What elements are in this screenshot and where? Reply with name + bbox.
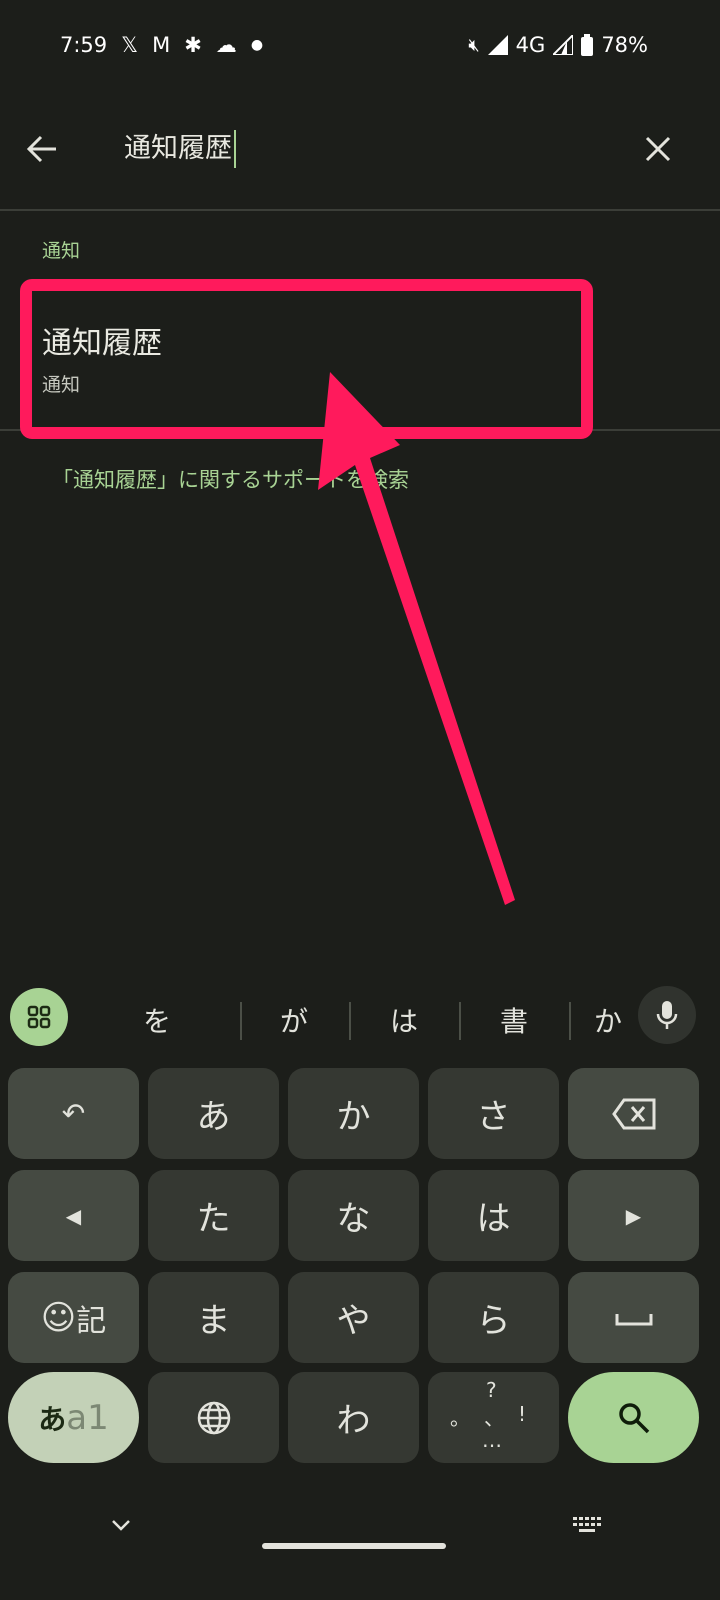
punct-comma: 、: [484, 1406, 504, 1430]
backspace-key[interactable]: [568, 1068, 699, 1159]
separator: [349, 1002, 351, 1040]
undo-icon: ↶: [61, 1097, 86, 1130]
punct-exclaim: !: [518, 1402, 527, 1426]
key-ma[interactable]: ま: [148, 1272, 279, 1363]
search-icon: [618, 1402, 649, 1433]
mode-label-alnum: a1: [66, 1397, 109, 1438]
undo-key[interactable]: ↶: [8, 1068, 139, 1159]
hide-keyboard-icon[interactable]: [110, 1518, 132, 1532]
cursor-right-key[interactable]: ▶: [568, 1170, 699, 1261]
search-key[interactable]: [568, 1372, 699, 1463]
apps-grid-button[interactable]: [10, 988, 68, 1046]
suggestion[interactable]: を: [143, 1000, 171, 1040]
annotation-overlay: [20, 279, 593, 905]
key-wa[interactable]: わ: [288, 1372, 419, 1463]
suggestion[interactable]: が: [280, 1000, 308, 1040]
space-key[interactable]: [568, 1272, 699, 1363]
space-icon: [615, 1313, 652, 1325]
punctuation-key[interactable]: ? 。 、 ! …: [428, 1372, 559, 1463]
keyboard-switch-icon[interactable]: [573, 1517, 601, 1535]
emoji-key-label: 記: [76, 1303, 107, 1339]
separator: [240, 1002, 242, 1040]
voice-input-button[interactable]: [638, 986, 696, 1044]
key-ra[interactable]: ら: [428, 1272, 559, 1363]
key-na[interactable]: な: [288, 1170, 419, 1261]
annotation-arrow: [318, 372, 515, 905]
left-triangle-icon: ◀: [65, 1203, 82, 1228]
separator: [569, 1002, 571, 1040]
key-ha[interactable]: は: [428, 1170, 559, 1261]
punct-question: ?: [486, 1378, 497, 1402]
mode-label-kana: あ: [38, 1402, 67, 1436]
globe-icon: [197, 1401, 230, 1434]
punct-ellipsis: …: [482, 1428, 502, 1452]
home-gesture-bar[interactable]: [262, 1543, 446, 1549]
key-a[interactable]: あ: [148, 1068, 279, 1159]
suggestion[interactable]: 書: [500, 1000, 528, 1040]
key-ka[interactable]: か: [288, 1068, 419, 1159]
suggestion[interactable]: は: [390, 1000, 418, 1040]
highlight-box: [20, 279, 593, 439]
separator: [459, 1002, 461, 1040]
key-sa[interactable]: さ: [428, 1068, 559, 1159]
grid-icon: [27, 1005, 51, 1029]
key-ya[interactable]: や: [288, 1272, 419, 1363]
emoji-symbol-key[interactable]: ☺ 記: [8, 1272, 139, 1363]
key-ta[interactable]: た: [148, 1170, 279, 1261]
language-key[interactable]: [148, 1372, 279, 1463]
microphone-icon: [656, 1001, 678, 1029]
punct-period: 。: [450, 1406, 470, 1430]
cursor-left-key[interactable]: ◀: [8, 1170, 139, 1261]
backspace-icon: [611, 1098, 655, 1129]
right-triangle-icon: ▶: [625, 1203, 642, 1228]
input-mode-key[interactable]: あ a1: [8, 1372, 139, 1463]
emoji-icon: ☺: [40, 1297, 77, 1338]
suggestion[interactable]: か: [594, 1000, 634, 1040]
